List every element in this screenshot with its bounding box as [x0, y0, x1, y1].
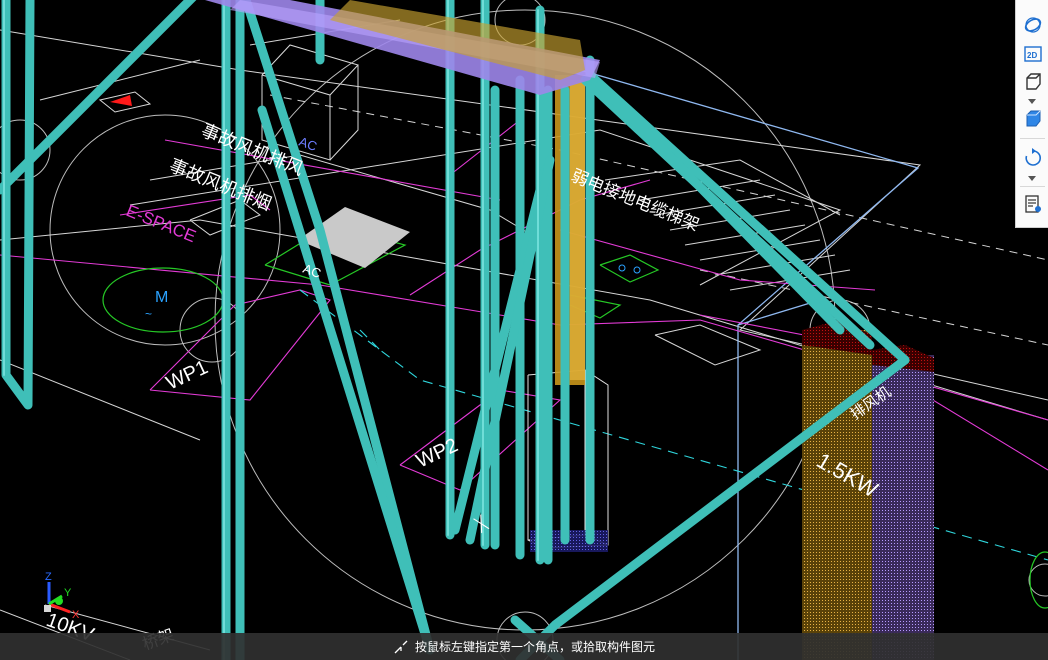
view-2d-icon: 2D: [1024, 46, 1042, 62]
axis-y-label: Y: [64, 587, 72, 599]
label-espace: E-SPACE: [124, 201, 199, 246]
marker-icon: [98, 91, 152, 113]
cube-solid-icon: [1026, 110, 1041, 127]
axis-x-label: X: [72, 609, 80, 621]
view-toolbar: 2D: [1015, 0, 1048, 228]
vertical-duct: [555, 75, 585, 385]
pick-corner-icon: [394, 640, 408, 653]
toolbar-divider: [1020, 186, 1045, 187]
pipe-highlights: [3, 0, 539, 660]
properties-icon: [1025, 195, 1041, 213]
view-3d-button[interactable]: [1021, 71, 1045, 93]
label-ac-mid: AC: [301, 261, 323, 281]
view-2d-button[interactable]: 2D: [1021, 43, 1045, 65]
rotate-icon: [1025, 148, 1041, 166]
orbit-button[interactable]: [1021, 14, 1045, 36]
shaded-view-button[interactable]: [1021, 108, 1045, 130]
axis-z-label: Z: [45, 571, 52, 583]
properties-button[interactable]: [1021, 193, 1045, 215]
status-message: 按鼠标左键指定第一个角点，或拾取构件图元: [414, 640, 655, 654]
label-tilde: ~: [145, 307, 152, 321]
svg-text:2D: 2D: [1027, 51, 1037, 60]
label-wp1: WP1: [163, 356, 212, 394]
cad-annotations: AC AC 事故风机排风 事故风机排烟 E-SPACE M ~ WP1 WP2 …: [43, 120, 894, 654]
cube-wireframe-icon: [1026, 73, 1041, 90]
pipe-network: [0, 0, 910, 660]
status-bar: 按鼠标左键指定第一个角点，或拾取构件图元: [0, 633, 1048, 660]
rotate-button[interactable]: [1021, 147, 1045, 169]
label-motor: M: [155, 289, 168, 306]
chevron-down-icon[interactable]: [1026, 174, 1038, 182]
toolbar-divider: [1020, 138, 1045, 139]
cad-3d-viewport[interactable]: AC AC 事故风机排风 事故风机排烟 E-SPACE M ~ WP1 WP2 …: [0, 0, 1048, 660]
chevron-down-icon[interactable]: [1026, 97, 1038, 105]
orbit-icon: [1024, 17, 1042, 33]
